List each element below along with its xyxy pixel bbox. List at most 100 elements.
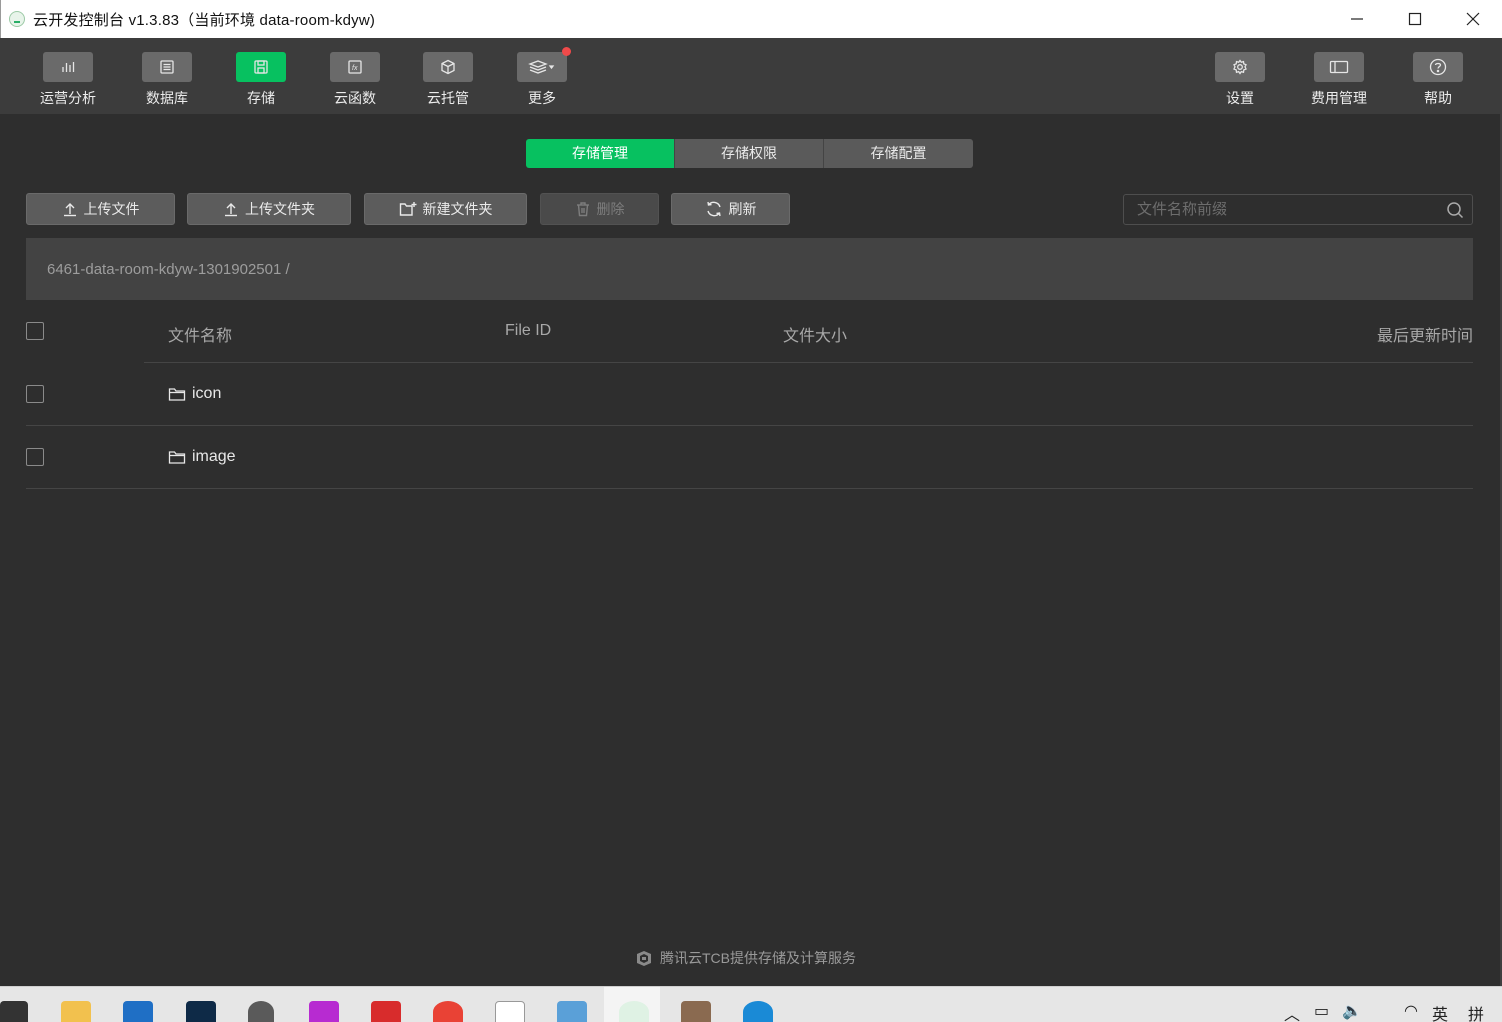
file-name-cell[interactable]: image	[168, 448, 236, 466]
minimize-button[interactable]	[1328, 0, 1386, 38]
tab-storage-config[interactable]: 存储配置	[824, 139, 973, 168]
row-checkbox[interactable]	[26, 385, 44, 403]
maximize-button[interactable]	[1386, 0, 1444, 38]
toolbar-label: 存储	[247, 90, 275, 106]
column-header-file-id: File ID	[505, 322, 552, 339]
settings-gear-icon[interactable]	[248, 1001, 274, 1022]
toolbar-label: 云托管	[427, 90, 469, 106]
breadcrumb: 6461-data-room-kdyw-1301902501 /	[26, 238, 1473, 300]
toolbar-button[interactable]	[1314, 52, 1364, 82]
mail-icon[interactable]	[123, 1001, 153, 1022]
toolbar-item-storage[interactable]: 存储	[221, 52, 301, 108]
storage-tabs: 存储管理 存储权限 存储配置	[526, 139, 973, 168]
column-header-name[interactable]: 文件名称	[168, 322, 232, 346]
taskbar: ︿ ▭ 🔈 ◠ 英 拼	[0, 986, 1502, 1022]
input-language[interactable]: 英	[1432, 1001, 1448, 1022]
table-row[interactable]: image	[26, 426, 1473, 489]
footer-text: 腾讯云TCB提供存储及计算服务	[660, 950, 856, 966]
row-checkbox[interactable]	[26, 448, 44, 466]
main-toolbar: 运营分析 数据库 存储 fx 云函数 云托管 更多 设置 费用管理 帮助	[0, 38, 1502, 114]
notification-dot	[562, 47, 571, 56]
close-button[interactable]	[1444, 0, 1502, 38]
trash-icon	[576, 202, 589, 217]
tencent-cloud-icon	[637, 951, 651, 966]
toolbar-button[interactable]	[1413, 52, 1463, 82]
intellij-icon[interactable]	[309, 1001, 339, 1022]
toolbar-button[interactable]	[517, 47, 571, 82]
chrome-icon[interactable]	[433, 1001, 463, 1022]
billing-icon	[1329, 60, 1349, 74]
delete-button[interactable]: 删除	[540, 193, 659, 225]
file-name[interactable]: icon	[192, 385, 221, 403]
toolbar-button[interactable]	[423, 52, 473, 82]
upload-folder-button[interactable]: 上传文件夹	[187, 193, 351, 225]
refresh-button[interactable]: 刷新	[671, 193, 790, 225]
footer-note: 腾讯云TCB提供存储及计算服务	[634, 948, 856, 968]
toolbar-button[interactable]	[236, 52, 286, 82]
button-label: 上传文件夹	[245, 201, 315, 217]
column-header-size[interactable]: 文件大小	[783, 322, 847, 346]
tab-storage-management[interactable]: 存储管理	[526, 139, 675, 168]
volume-icon[interactable]: 🔈	[1342, 1001, 1362, 1021]
maximize-icon	[1408, 12, 1422, 26]
toolbar-button[interactable]	[1215, 52, 1265, 82]
input-method[interactable]: 拼	[1468, 1001, 1484, 1022]
svg-text:fx: fx	[352, 65, 358, 72]
folder-icon	[168, 388, 186, 401]
toolbar-button[interactable]	[142, 52, 192, 82]
button-label: 新建文件夹	[422, 201, 493, 217]
toolbar-item-cloud-hosting[interactable]: 云托管	[408, 52, 488, 108]
search-field[interactable]	[1123, 194, 1473, 225]
folder-icon	[168, 451, 186, 464]
wifi-icon[interactable]: ◠	[1404, 1001, 1418, 1021]
title-bar: 云开发控制台 v1.3.83（当前环境 data-room-kdyw)	[0, 0, 1502, 38]
gear-icon	[1233, 59, 1247, 75]
minimize-icon	[1351, 18, 1363, 20]
toolbar-item-analytics[interactable]: 运营分析	[28, 52, 108, 108]
file-name-cell[interactable]: icon	[168, 385, 221, 403]
toolbar-label: 帮助	[1424, 90, 1452, 106]
search-icon[interactable]	[1446, 201, 1464, 224]
table-row[interactable]: icon	[26, 363, 1473, 426]
store-icon[interactable]	[0, 1001, 28, 1022]
toolbar-item-more[interactable]: 更多	[502, 47, 582, 108]
toolbar-label: 设置	[1226, 90, 1254, 106]
file-name[interactable]: image	[192, 448, 236, 466]
table-header: 文件名称 File ID 文件大小 最后更新时间	[26, 300, 1473, 363]
photoshop-icon[interactable]	[186, 1001, 216, 1022]
toolbar-item-settings[interactable]: 设置	[1200, 52, 1280, 108]
file-table: 文件名称 File ID 文件大小 最后更新时间 icon image	[26, 300, 1473, 489]
edge-icon[interactable]	[743, 1001, 773, 1022]
app-logo-icon	[9, 11, 25, 27]
tab-storage-permissions[interactable]: 存储权限	[675, 139, 824, 168]
toolbar-item-help[interactable]: 帮助	[1398, 52, 1478, 108]
toolbar-button[interactable]: fx	[330, 52, 380, 82]
layers-icon	[528, 60, 555, 74]
new-folder-button[interactable]: 新建文件夹	[364, 193, 527, 225]
wps-icon[interactable]	[371, 1001, 401, 1022]
toolbar-button[interactable]	[43, 52, 93, 82]
upload-file-button[interactable]: 上传文件	[26, 193, 175, 225]
help-icon	[1429, 58, 1447, 76]
cube-icon	[441, 59, 455, 75]
typora-icon[interactable]	[495, 1001, 525, 1022]
breadcrumb-path[interactable]: 6461-data-room-kdyw-1301902501 /	[47, 261, 290, 278]
file-explorer-icon[interactable]	[61, 1001, 91, 1022]
toolbar-item-database[interactable]: 数据库	[127, 52, 207, 108]
toolbar-item-billing[interactable]: 费用管理	[1299, 52, 1379, 108]
photos-icon[interactable]	[681, 1001, 711, 1022]
wechat-devtools-icon[interactable]	[619, 1001, 649, 1022]
search-input[interactable]	[1124, 201, 1434, 218]
toolbar-item-functions[interactable]: fx 云函数	[315, 52, 395, 108]
new-folder-icon	[399, 202, 416, 216]
button-label: 上传文件	[83, 201, 140, 217]
column-header-updated[interactable]: 最后更新时间	[1377, 322, 1473, 346]
remote-desktop-icon[interactable]	[557, 1001, 587, 1022]
select-all-checkbox[interactable]	[26, 322, 44, 340]
storage-icon	[254, 60, 268, 74]
tray-chevron-icon[interactable]: ︿	[1284, 1001, 1300, 1022]
button-label: 删除	[596, 201, 625, 217]
refresh-icon	[706, 201, 721, 217]
toolbar-label: 费用管理	[1311, 90, 1367, 106]
battery-icon[interactable]: ▭	[1314, 1001, 1329, 1021]
